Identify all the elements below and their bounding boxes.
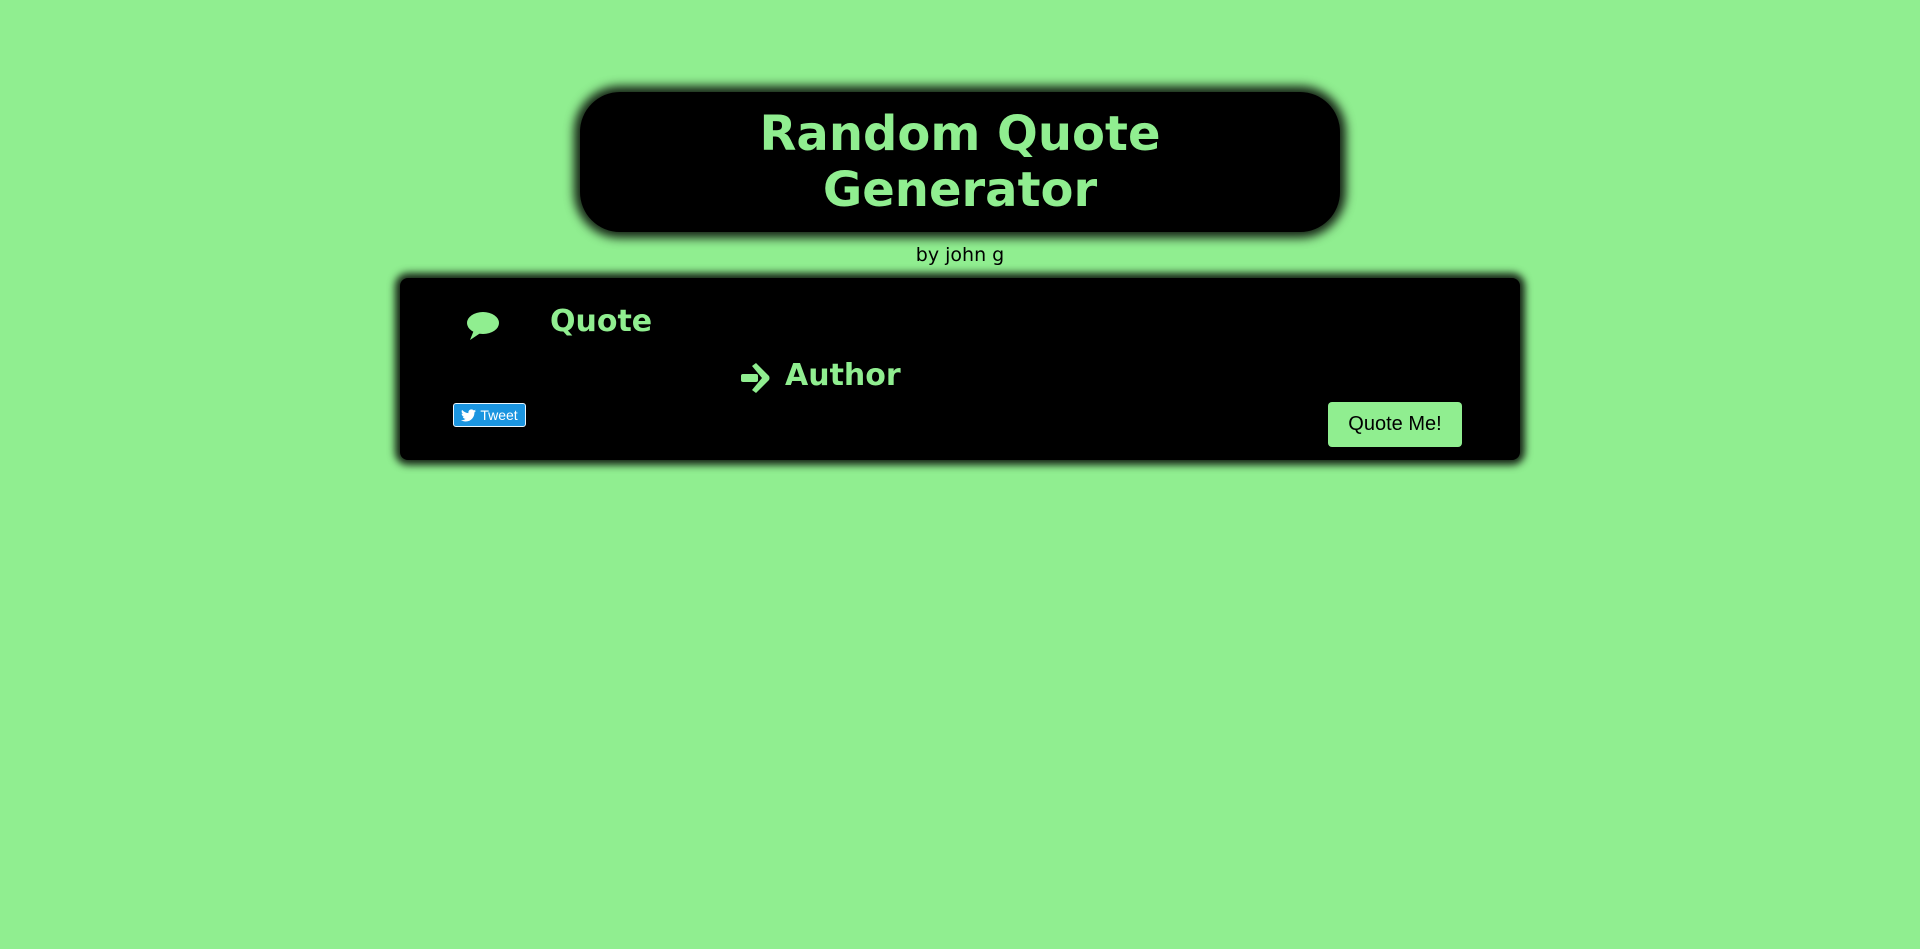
tweet-button-label: Tweet bbox=[480, 407, 518, 423]
quote-me-button[interactable]: Quote Me! bbox=[1328, 402, 1462, 447]
quote-author: Author bbox=[785, 358, 901, 393]
twitter-bird-icon bbox=[461, 408, 477, 422]
byline: by john g bbox=[915, 244, 1005, 266]
arrow-right-icon bbox=[740, 363, 770, 393]
quote-text: Quote bbox=[550, 304, 653, 339]
tweet-button[interactable]: Tweet bbox=[453, 403, 526, 427]
page: Random Quote Generator by john g Quote A… bbox=[0, 0, 1920, 949]
page-title: Random Quote Generator bbox=[759, 106, 1161, 218]
title-banner: Random Quote Generator bbox=[580, 92, 1340, 232]
speech-bubble-icon bbox=[466, 311, 500, 341]
quote-panel: Quote Author Tweet Quote Me! bbox=[400, 278, 1520, 460]
